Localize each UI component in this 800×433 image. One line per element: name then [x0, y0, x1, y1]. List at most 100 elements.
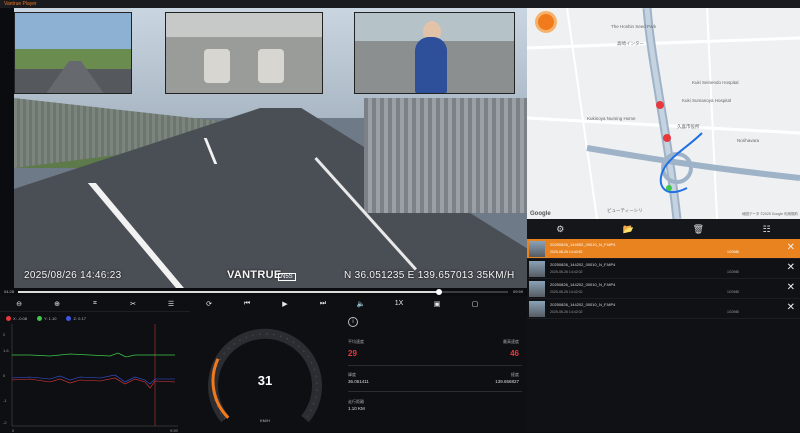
osd-model: N5S [278, 273, 296, 281]
map-label: Kukinoya Nursing Home [587, 116, 636, 121]
graph-legend: X: -0.08 Y: 1.10 Z: 0.17 [6, 316, 86, 322]
legend-item: Z: 0.17 [66, 316, 86, 322]
file-list: 20250826_144052_00010_N_F.MP4 2025-08-26 … [527, 239, 800, 432]
speed-gauge-panel: 31 KM/H [190, 311, 340, 432]
map-provider-logo: Google [530, 211, 551, 217]
pip-icon[interactable]: ▣ [418, 300, 456, 308]
list-item[interactable]: 20250826_144202_00010_N_F.MP4 2025-08-26 … [527, 279, 800, 299]
file-name: 20250826_144052_00010_N_F.MP4 [550, 242, 616, 247]
trip-info-panel: i 平均速度 最高速度 29 46 緯度 経度 36.051411 139.65… [340, 311, 527, 432]
max-speed-label: 最高速度 [503, 339, 519, 344]
sort-icon[interactable]: ☷ [763, 224, 771, 235]
seat [204, 49, 230, 83]
close-icon[interactable]: ✕ [787, 262, 795, 273]
gsensor-plot: 2 1.6 0 -1 -2 0 9:59 [3, 324, 179, 433]
map-label: The Hoshin Seed Park [611, 24, 657, 29]
file-size: 1G0MB [727, 270, 739, 274]
distance-label: 走行距離 [348, 399, 364, 404]
elapsed-time: 04:28 [4, 289, 15, 294]
volume-icon[interactable]: 🔈 [342, 300, 380, 308]
video-thumbnail [529, 281, 545, 297]
distance-value: 1.10 KM [348, 406, 365, 411]
next-icon[interactable]: ⏭ [304, 300, 342, 308]
avg-speed-value: 29 [348, 349, 357, 358]
fence [364, 98, 527, 213]
series-y-line [12, 352, 175, 358]
lat-label: 緯度 [348, 372, 356, 377]
speed-label[interactable]: 1X [380, 300, 418, 307]
map-credit: 地図データ ©2025 Google 利用規約 [741, 212, 798, 216]
series-x-line [11, 377, 176, 389]
route-map[interactable]: The Hoshin Seed Park 高崎インター Kuki Seinend… [527, 8, 800, 219]
speed-value: 31 [257, 373, 273, 388]
info-icon[interactable]: i [348, 317, 358, 327]
video-thumbnail [529, 301, 545, 317]
app-title: Vantrue Player [4, 1, 37, 7]
y-tick: 2 [3, 332, 6, 337]
file-name: 20250826_144202_00010_N_F.MP4 [550, 282, 616, 287]
file-size: 1G0MB [727, 310, 739, 314]
map-label: ビューティーシリ [607, 208, 643, 213]
y-tick: -2 [3, 420, 7, 425]
y-tick: -1 [3, 398, 7, 403]
open-folder-icon[interactable]: 📂 [623, 224, 634, 235]
osd-datetime: 2025/08/26 14:46:23 [24, 270, 122, 281]
settings-icon[interactable]: ⚙ [556, 224, 564, 235]
legend-item: Y: 1.10 [37, 316, 57, 322]
play-icon[interactable]: ▶ [266, 300, 304, 308]
pip-cabin-camera[interactable] [165, 12, 323, 94]
file-name: 20250826_144202_00010_N_F.MP4 [550, 302, 616, 307]
adjust-icon[interactable]: ☰ [152, 300, 190, 308]
map-location-pin[interactable] [535, 11, 557, 33]
file-size: 1G0MB [727, 290, 739, 294]
map-label: 久喜市役所 [677, 124, 700, 129]
lng-label: 経度 [511, 372, 519, 377]
pip-front-camera[interactable] [14, 12, 132, 94]
file-size: 1G0MB [727, 250, 739, 254]
progress-track[interactable] [18, 289, 508, 295]
legend-label: X: -0.08 [13, 316, 28, 321]
max-speed-value: 46 [510, 349, 519, 358]
legend-dot [6, 316, 11, 322]
rotate-icon[interactable]: ⟳ [190, 300, 228, 308]
screenshot-icon[interactable]: ⌗ [76, 300, 114, 308]
delete-icon[interactable]: 🗑 [693, 224, 704, 235]
x-tick: 0 [12, 428, 15, 433]
close-icon[interactable]: ✕ [787, 242, 795, 253]
video-player[interactable]: 2025/08/26 14:46:23 VANTRUE N5S N 36.051… [14, 8, 527, 288]
series-z-line [11, 374, 175, 385]
fullscreen-icon[interactable]: ▢ [456, 300, 494, 308]
total-time: 09:59 [512, 289, 523, 294]
map-label: Kuki Sumanoya Hospital [682, 98, 732, 103]
legend-label: Y: 1.10 [44, 316, 57, 321]
close-icon[interactable]: ✕ [787, 282, 795, 293]
zoom-in-icon[interactable]: ⊕ [38, 300, 76, 308]
video-thumbnail [529, 241, 545, 257]
list-item[interactable]: 20250826_144052_00010_N_F.MP4 2025-08-26 … [527, 239, 800, 259]
playback-controls: ⊖ ⊕ ⌗ ✂ ☰ ⟳ ⏮ ▶ ⏭ 🔈 1X ▣ ▢ [0, 296, 527, 311]
cut-icon[interactable]: ✂ [114, 300, 152, 308]
avg-speed-label: 平均速度 [348, 339, 364, 344]
pip-driver-camera[interactable] [354, 12, 515, 94]
progress-handle[interactable] [436, 289, 443, 295]
seat [258, 49, 284, 83]
legend-dot [37, 316, 43, 322]
map-label: Kuki Seinendo Hospital [692, 80, 739, 85]
file-name: 20250826_144202_00010_N_F.MP4 [550, 262, 616, 267]
lng-value: 139.656827 [495, 379, 519, 384]
title-bar: Vantrue Player [0, 0, 800, 8]
divider [348, 365, 522, 366]
legend-item: X: -0.08 [6, 316, 28, 322]
list-item[interactable]: 20250826_144202_00010_N_F.MP4 2025-08-26 … [527, 259, 800, 279]
osd-brand: VANTRUE [227, 269, 282, 281]
osd-coordinates: N 36.051235 E 139.657013 35KM/H [344, 270, 515, 281]
file-date: 2025-08-26 14:42:02 [550, 310, 583, 314]
list-item[interactable]: 20250826_144202_00010_N_F.MP4 2025-08-26 … [527, 299, 800, 319]
pip-road [45, 61, 105, 93]
previous-icon[interactable]: ⏮ [228, 300, 266, 308]
close-icon[interactable]: ✕ [787, 302, 795, 313]
file-date: 2025-08-26 14:42:02 [550, 270, 583, 274]
speed-unit: KM/H [260, 418, 270, 423]
zoom-out-icon[interactable]: ⊖ [0, 300, 38, 308]
divider [348, 391, 522, 392]
